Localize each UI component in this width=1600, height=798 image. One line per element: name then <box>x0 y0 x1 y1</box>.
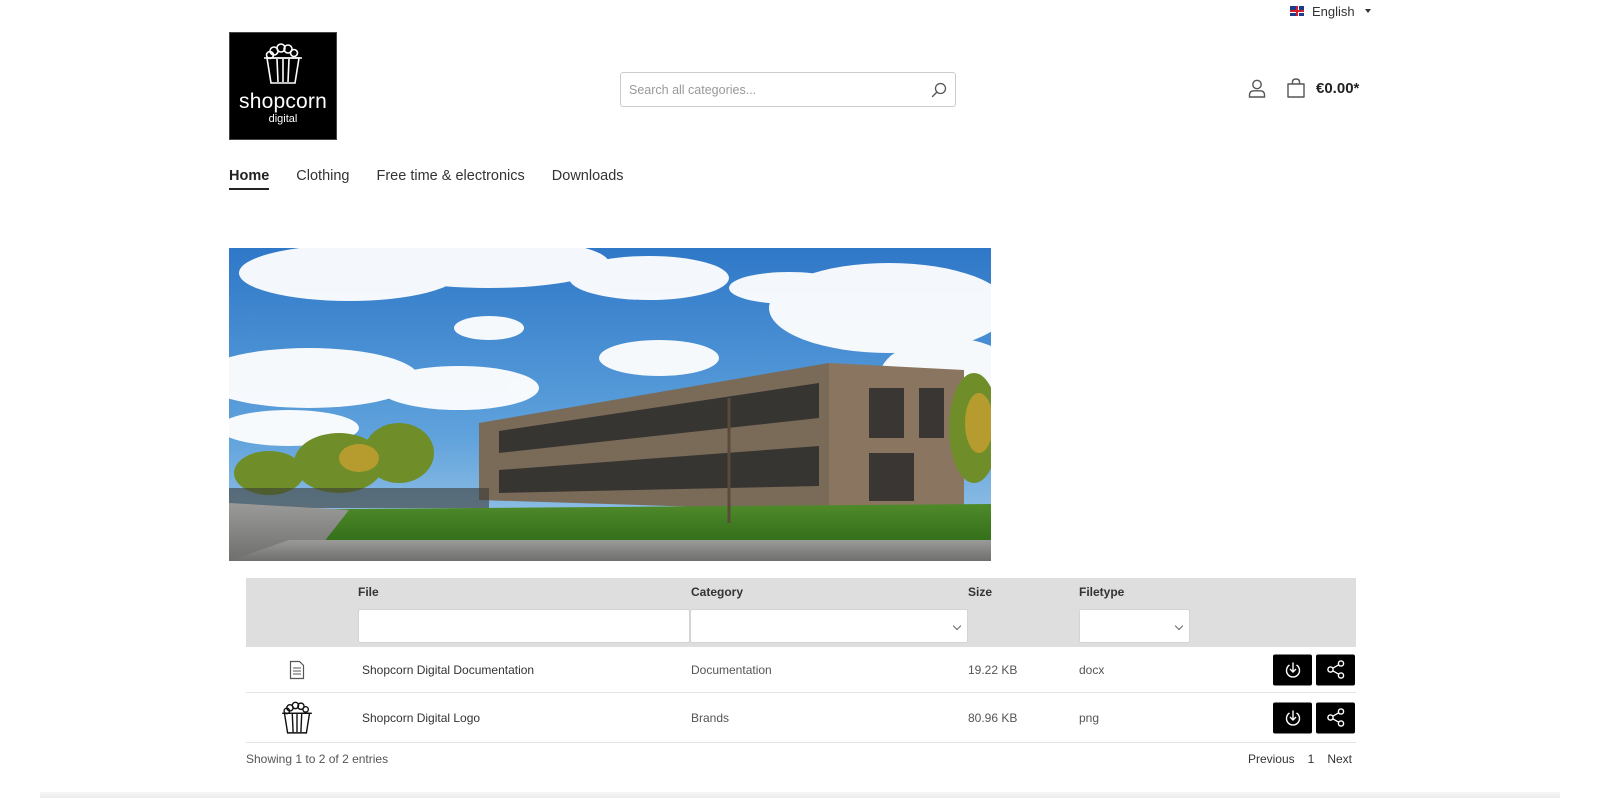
logo-tagline: digital <box>268 113 298 125</box>
logo-brand-text: shopcorn <box>239 90 327 113</box>
language-selector[interactable]: English <box>1290 3 1371 19</box>
popcorn-logo-icon <box>278 699 316 737</box>
chevron-down-icon <box>1174 621 1184 631</box>
file-name: Shopcorn Digital Logo <box>362 710 481 725</box>
download-button[interactable] <box>1273 654 1312 685</box>
share-icon <box>1326 660 1344 679</box>
download-icon <box>1285 662 1300 678</box>
nav-item-clothing[interactable]: Clothing <box>296 168 349 190</box>
column-header-category[interactable]: Category <box>691 585 743 599</box>
document-icon <box>278 651 316 689</box>
cart-button[interactable]: €0.00* <box>1286 78 1359 98</box>
hero-image <box>229 248 991 561</box>
downloads-table: File Category Size Filetype Shopcorn Dig… <box>246 578 1356 773</box>
file-filter-input[interactable] <box>358 609 690 643</box>
popcorn-icon <box>264 43 302 84</box>
language-label: English <box>1312 3 1355 19</box>
table-row: Shopcorn Digital Logo Brands 80.96 KB pn… <box>246 693 1356 743</box>
main-navigation: Home Clothing Free time & electronics Do… <box>229 168 624 190</box>
file-category: Documentation <box>691 662 772 677</box>
search-box <box>620 72 956 107</box>
search-icon[interactable] <box>931 82 947 98</box>
nav-item-free-time-electronics[interactable]: Free time & electronics <box>377 168 525 190</box>
nav-item-home[interactable]: Home <box>229 168 270 190</box>
pagination-next[interactable]: Next <box>1327 752 1352 766</box>
pagination-previous[interactable]: Previous <box>1248 752 1295 766</box>
pagination: Previous 1 Next <box>1248 752 1352 766</box>
column-header-size[interactable]: Size <box>968 585 992 599</box>
entries-summary: Showing 1 to 2 of 2 entries <box>246 752 389 766</box>
user-icon[interactable] <box>1248 79 1266 98</box>
share-button[interactable] <box>1316 654 1355 685</box>
column-header-file[interactable]: File <box>358 585 379 599</box>
share-button[interactable] <box>1316 702 1355 733</box>
caret-down-icon <box>1364 9 1371 13</box>
nav-item-downloads[interactable]: Downloads <box>552 168 624 190</box>
file-type: png <box>1079 710 1100 725</box>
table-footer: Showing 1 to 2 of 2 entries Previous 1 N… <box>246 743 1356 773</box>
table-row: Shopcorn Digital Documentation Documenta… <box>246 647 1356 693</box>
download-button[interactable] <box>1273 702 1312 733</box>
table-header: File Category Size Filetype <box>246 578 1356 647</box>
footer-divider <box>40 792 1560 798</box>
file-category: Brands <box>691 710 730 725</box>
file-size: 19.22 KB <box>968 662 1018 677</box>
file-name: Shopcorn Digital Documentation <box>362 662 535 677</box>
filetype-filter-select[interactable] <box>1079 609 1190 643</box>
cart-total: €0.00* <box>1316 79 1360 97</box>
shopping-bag-icon <box>1287 78 1305 98</box>
category-filter-select[interactable] <box>690 609 968 643</box>
pagination-page-1[interactable]: 1 <box>1308 752 1315 766</box>
file-type: docx <box>1079 662 1105 677</box>
column-header-filetype[interactable]: Filetype <box>1079 585 1124 599</box>
uk-flag-icon <box>1290 6 1304 16</box>
file-size: 80.96 KB <box>968 710 1018 725</box>
shop-logo[interactable]: shopcorn digital <box>229 32 337 140</box>
download-icon <box>1285 710 1300 726</box>
chevron-down-icon <box>952 621 962 631</box>
search-input[interactable] <box>629 82 931 97</box>
share-icon <box>1326 708 1344 727</box>
